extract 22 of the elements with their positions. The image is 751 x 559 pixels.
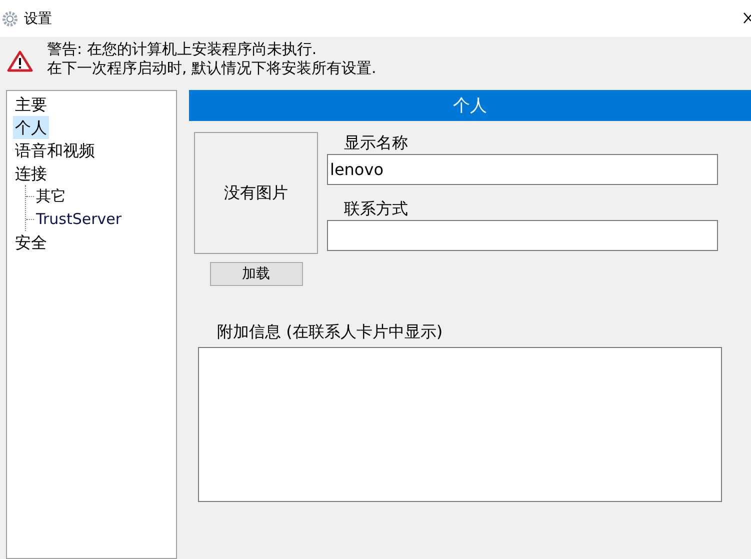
field-label: 显示名称	[343, 132, 408, 154]
tree-item[interactable]: TrustServer	[34, 208, 124, 231]
section-header: 个人	[189, 90, 751, 121]
image-field[interactable]: 没有图片	[194, 132, 318, 254]
warning-text: 警告: 在您的计算机上安装程序尚未执行.	[47, 40, 318, 59]
window-title: 设置	[24, 10, 52, 28]
warning-icon	[7, 50, 33, 72]
tree-item[interactable]: 主要	[13, 93, 49, 116]
field-label: 联系方式	[343, 198, 408, 220]
notes-field[interactable]	[198, 347, 722, 502]
warning-text: 在下一次程序启动时, 默认情况下将安装所有设置.	[47, 59, 376, 78]
tree-item[interactable]: 其它	[34, 185, 68, 208]
field-label: 附加信息 (在联系人卡片中显示)	[217, 322, 443, 343]
tree-item[interactable]: 个人	[13, 116, 49, 139]
no-image-text: 没有图片	[224, 182, 288, 204]
load-button[interactable]: 加载	[210, 262, 302, 286]
input-field[interactable]	[327, 220, 718, 251]
tree-item[interactable]: 语音和视频	[13, 139, 97, 162]
close-icon[interactable]	[743, 12, 751, 24]
input-field[interactable]: lenovo	[327, 154, 718, 185]
tree-item[interactable]: 安全	[13, 231, 49, 254]
tree-item[interactable]: 连接	[13, 162, 49, 185]
